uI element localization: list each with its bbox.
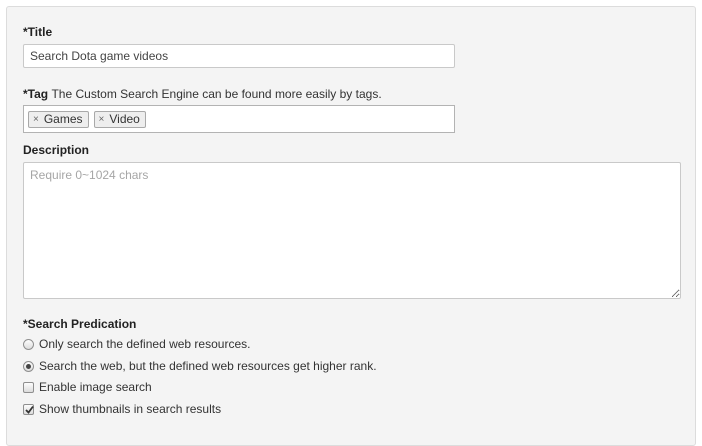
checkbox-show-thumbnails[interactable]: Show thumbnails in search results [23, 402, 221, 416]
remove-tag-icon[interactable]: × [99, 114, 105, 125]
description-label: Description [23, 143, 90, 157]
search-predication-label: *Search Predication [23, 317, 137, 331]
remove-tag-icon[interactable]: × [33, 114, 39, 125]
tag-input-box[interactable]: × Games × Video [23, 105, 455, 133]
checkbox[interactable] [23, 381, 34, 393]
radio-button[interactable] [23, 338, 34, 350]
checkmark-icon [25, 405, 34, 414]
checkbox-checked[interactable] [23, 403, 34, 415]
radio-option-defined-only[interactable]: Only search the defined web resources. [23, 337, 250, 351]
checkbox-enable-image-search[interactable]: Enable image search [23, 380, 152, 394]
radio-label: Search the web, but the defined web reso… [39, 359, 377, 373]
radio-button-selected[interactable] [23, 360, 34, 372]
checkbox-label: Show thumbnails in search results [39, 402, 222, 416]
tag-label: *Tag [23, 87, 49, 101]
tag-chip-label: Video [109, 112, 140, 126]
tag-chip-label: Games [43, 112, 83, 126]
title-input[interactable] [23, 44, 455, 68]
checkbox-label: Enable image search [39, 380, 152, 394]
tag-chip-video: × Video [93, 110, 146, 128]
radio-label: Only search the defined web resources. [39, 337, 251, 351]
form-panel: *Title *Tag The Custom Search Engine can… [6, 6, 696, 446]
tag-chip-games: × Games [28, 110, 89, 128]
tag-text-input[interactable] [150, 109, 450, 129]
tag-hint: The Custom Search Engine can be found mo… [51, 87, 382, 101]
title-label: *Title [23, 25, 53, 39]
tag-label-row: *Tag The Custom Search Engine can be fou… [23, 87, 382, 101]
description-textarea[interactable] [23, 162, 681, 299]
radio-option-web-higher-rank[interactable]: Search the web, but the defined web reso… [23, 359, 377, 373]
